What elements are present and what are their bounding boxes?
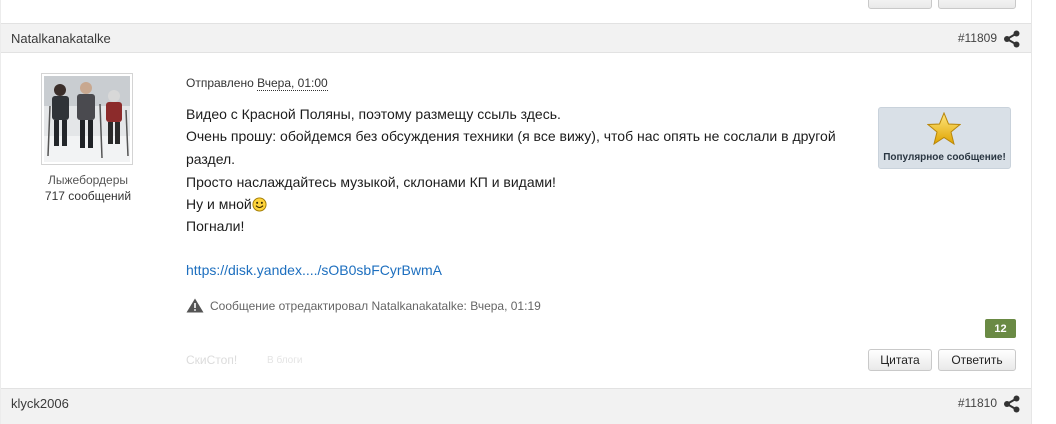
smiley-icon: [252, 197, 267, 212]
post-text-line: Погнали!: [186, 218, 245, 234]
edit-note: Сообщение отредактировал Natalkanakatalk…: [186, 298, 541, 313]
post-header: Natalkanakatalke #11809: [1, 23, 1031, 53]
star-icon: [927, 112, 961, 146]
user-group: Лыжебордеры: [48, 173, 128, 187]
quote-button[interactable]: Цитата: [868, 349, 932, 371]
post-date-line: Отправлено Вчера, 01:00: [186, 76, 328, 91]
edit-note-text: Сообщение отредактировал Natalkanakatalk…: [210, 298, 541, 313]
reputation-badge[interactable]: 12: [985, 319, 1016, 338]
share-icon[interactable]: [1003, 30, 1021, 48]
post-text-line: Видео с Красной Поляны, поэтому размещу …: [186, 106, 561, 122]
prev-quote-button[interactable]: [868, 0, 932, 9]
popular-post-label: Популярное сообщение!: [883, 152, 1006, 163]
reply-button[interactable]: Ответить: [938, 349, 1016, 371]
next-post-header: klyck2006 #11810: [1, 388, 1031, 424]
prev-reply-button[interactable]: [938, 0, 1016, 9]
blog-link[interactable]: В блоги: [267, 355, 302, 366]
user-post-count: 717 сообщений: [44, 189, 132, 203]
post-text-line: раздел.: [186, 151, 236, 167]
yandex-disk-link[interactable]: https://disk.yandex..../sOB0sbFCyrBwmA: [186, 262, 442, 278]
post-number-link[interactable]: #11809: [958, 31, 997, 45]
post-text-line: Очень прошу: обойдемся без обсуждения те…: [186, 128, 836, 144]
post-text-line-with-smiley: Ну и мной: [186, 196, 267, 212]
post-text-line: Просто наслаждайтесь музыкой, склонами К…: [186, 174, 556, 190]
sent-date: Вчера, 01:00: [257, 76, 328, 91]
post-text-line: Ну и мной: [186, 196, 252, 212]
warning-icon: [186, 298, 204, 313]
popular-post-badge: Популярное сообщение!: [878, 107, 1011, 169]
share-icon[interactable]: [1003, 395, 1021, 413]
author-name-link[interactable]: Natalkanakatalke: [11, 31, 111, 46]
avatar-image: [44, 76, 130, 162]
user-avatar[interactable]: [41, 73, 133, 165]
signature-text: СкиСтоп!: [186, 353, 238, 367]
post-number-link[interactable]: #11810: [958, 396, 997, 410]
sent-label: Отправлено: [186, 76, 254, 90]
author-name-link[interactable]: klyck2006: [11, 396, 69, 411]
